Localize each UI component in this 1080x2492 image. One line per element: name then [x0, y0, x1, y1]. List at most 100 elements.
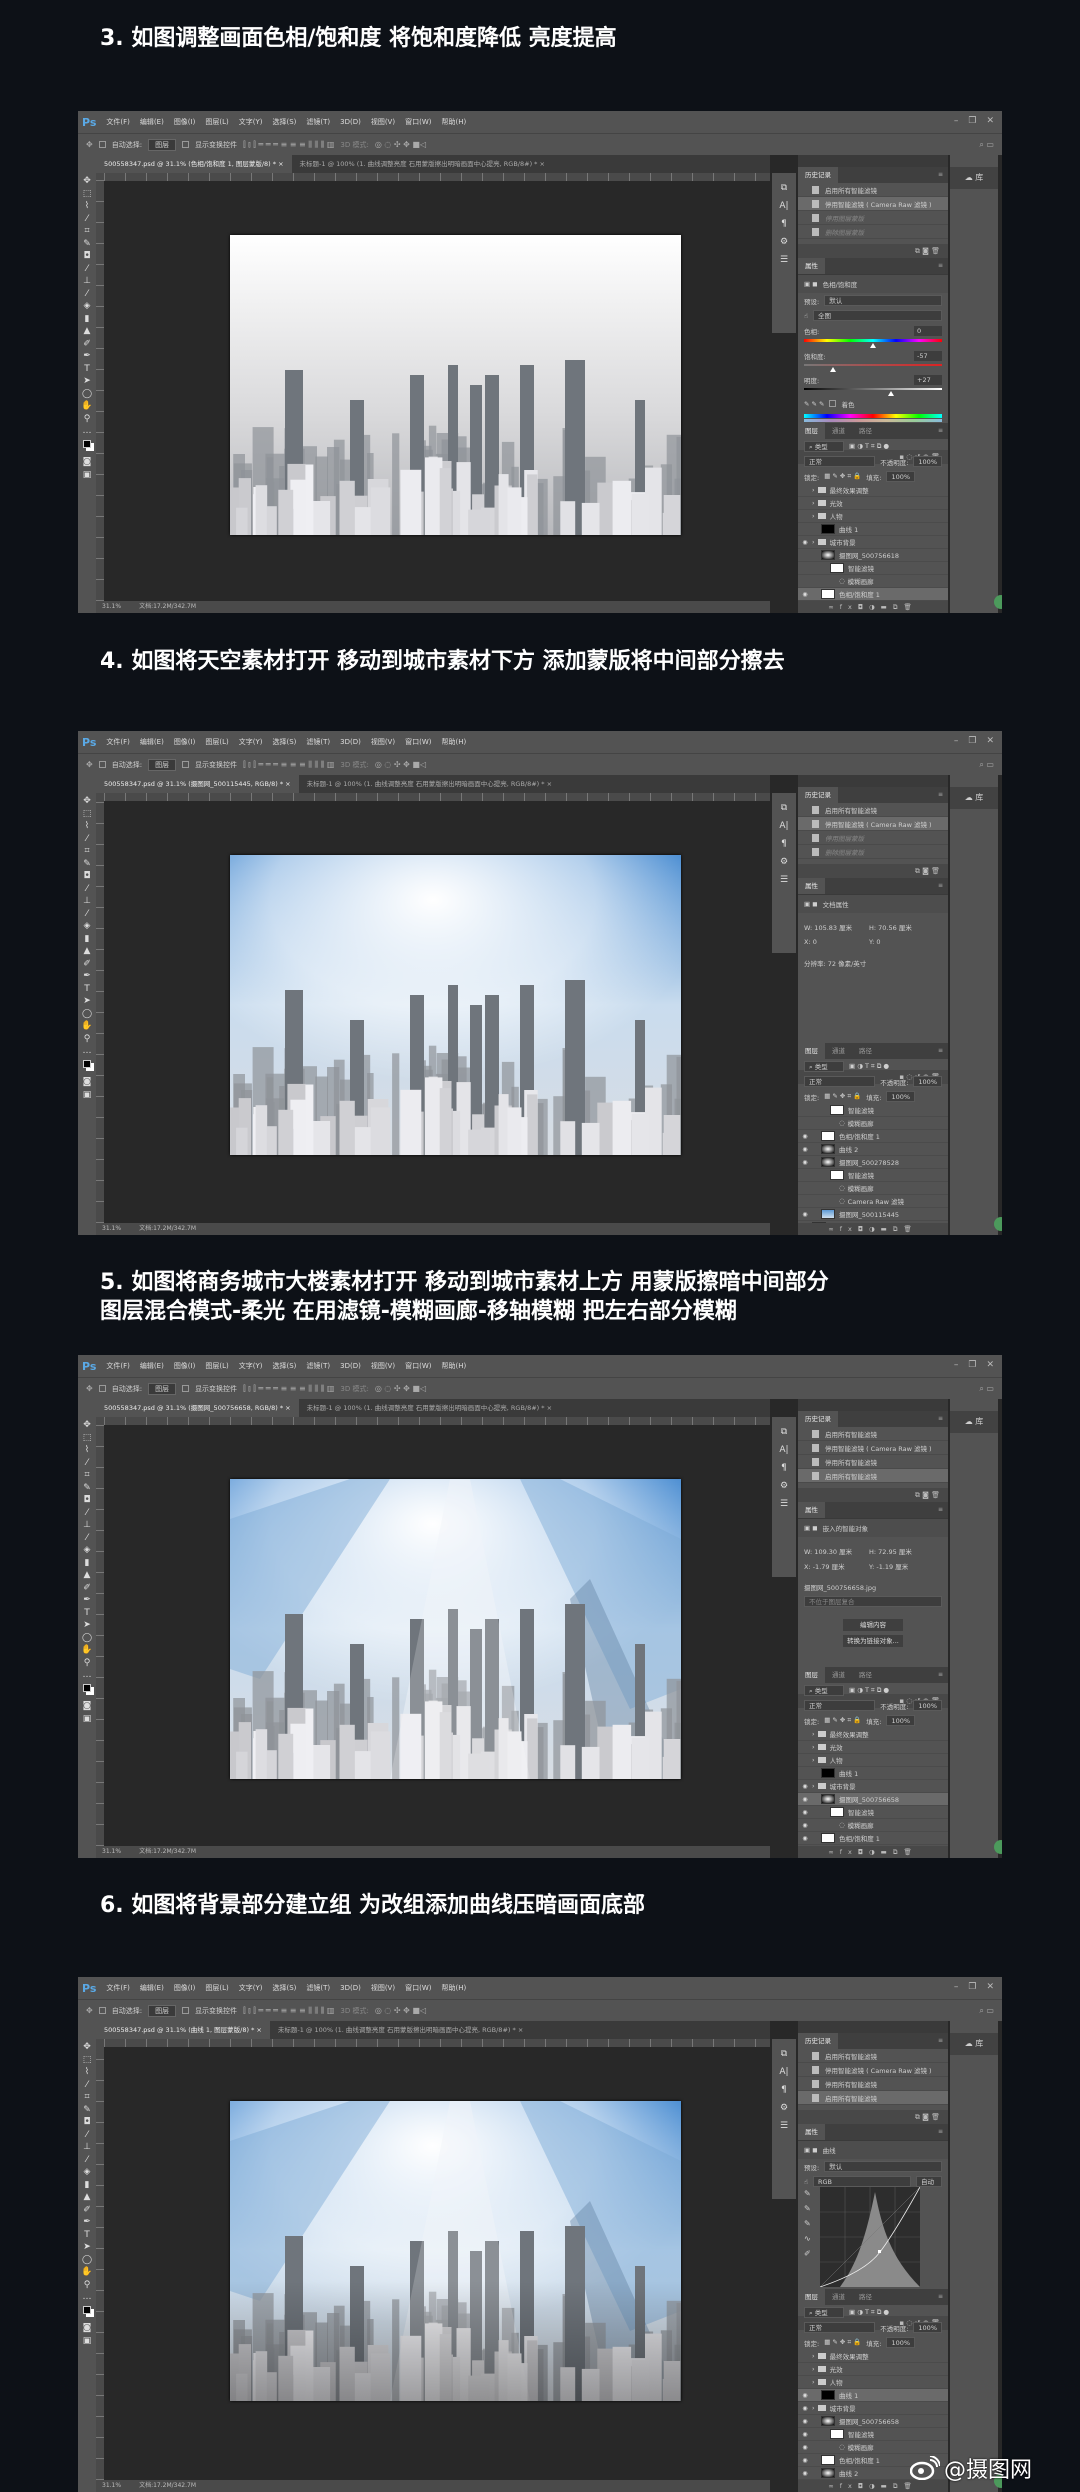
preset-dropdown[interactable]: 默认	[824, 2161, 942, 2172]
marquee-tool-icon[interactable]: ⬚	[83, 189, 92, 198]
menu-item[interactable]: 图像(I)	[174, 1361, 196, 1371]
layer-row[interactable]: ◉ ◌ 模糊画廊	[798, 1819, 948, 1832]
move-tool-icon[interactable]: ✥	[83, 177, 91, 186]
properties-icon[interactable]: ☰	[780, 255, 788, 265]
layer-row[interactable]: ◉ 色相/饱和度 1	[798, 1832, 948, 1845]
height-value[interactable]: H: 72.95 厘米	[869, 1546, 912, 1556]
adjustment-icon[interactable]: ◑	[869, 2482, 881, 2490]
character-icon[interactable]: A|	[779, 821, 788, 831]
eye-icon[interactable]: ◉	[798, 1146, 812, 1153]
layer-row[interactable]: ◉ › 城市背景	[798, 2402, 948, 2415]
opacity-input[interactable]: 100%	[913, 1700, 942, 1711]
auto-select-dropdown[interactable]: 图层	[148, 758, 177, 771]
adjustment-icon[interactable]: ◑	[869, 1848, 881, 1856]
slider-value-input[interactable]: 0	[914, 325, 942, 336]
layer-row[interactable]: › 最终效果调整	[798, 1728, 948, 1741]
menu-item[interactable]: 图层(L)	[205, 1361, 228, 1371]
menu-item[interactable]: 文字(Y)	[239, 1361, 263, 1371]
history-item[interactable]: 停用所有智能滤镜	[798, 1455, 948, 1469]
layer-row[interactable]: 曲线 1	[798, 1767, 948, 1780]
magic-wand-tool-icon[interactable]: ⁄	[86, 834, 88, 843]
link-icon[interactable]: ∞	[828, 603, 839, 611]
eye-icon[interactable]: ◉	[798, 591, 812, 598]
fill-input[interactable]: 100%	[886, 471, 916, 482]
history-panel-icon[interactable]: ⧉	[781, 183, 787, 193]
history-item[interactable]: 启用所有智能滤镜	[798, 803, 948, 817]
3d-icons[interactable]: ◎ ◌ ✣ ✥ ■◁	[375, 760, 426, 769]
menu-item[interactable]: 视图(V)	[371, 1983, 395, 1993]
minimize-icon[interactable]: –	[954, 1982, 959, 1992]
brush-tool-icon[interactable]: ⁄	[86, 884, 88, 893]
adjustments-icon[interactable]: ⚙	[780, 857, 788, 867]
floating-widget[interactable]	[994, 1840, 1002, 1854]
menu-item[interactable]: 文件(F)	[106, 1983, 130, 1993]
dodge-tool-icon[interactable]: ✐	[83, 339, 91, 348]
pen-tool-icon[interactable]: ✒	[83, 2218, 91, 2227]
eye-icon[interactable]: ◉	[798, 2457, 812, 2464]
close-icon[interactable]: ✕	[986, 736, 994, 746]
type-tool-icon[interactable]: T	[84, 364, 90, 373]
color-swatches[interactable]	[83, 1683, 91, 1692]
history-panel-icon[interactable]: ⧉	[781, 1427, 787, 1437]
crop-tool-icon[interactable]: ⌗	[84, 847, 89, 856]
stamp-tool-icon[interactable]: ⊥	[83, 2143, 91, 2152]
lock-icons[interactable]: ▦ ✎ ✥ ⌗ 🔒	[824, 2338, 861, 2347]
menu-item[interactable]: 文字(Y)	[239, 1983, 263, 1993]
lock-icons[interactable]: ▦ ✎ ✥ ⌗ 🔒	[824, 472, 861, 481]
history-item[interactable]: 停用智能滤镜 ( Camera Raw 滤镜 )	[798, 2063, 948, 2077]
menu-item[interactable]: 3D(D)	[340, 738, 361, 746]
hand-tool-icon[interactable]: ✋	[81, 2268, 92, 2277]
brush-tool-icon[interactable]: ⁄	[86, 264, 88, 273]
shape-tool-icon[interactable]: ◯	[82, 2255, 92, 2264]
tab-history[interactable]: 历史记录	[798, 2033, 838, 2049]
layer-row[interactable]: › 光效	[798, 1741, 948, 1754]
screen-mode-icon[interactable]: ▣	[83, 1714, 92, 1723]
layer-row[interactable]: › 最终效果调整	[798, 2350, 948, 2363]
document-tab[interactable]: 未标题-1 @ 100% (1. 曲线调整亮度 石用蒙版擦出明暗画面中心提亮, …	[299, 775, 560, 793]
filter-visibility-icon[interactable]: ◌	[839, 1184, 845, 1192]
auto-select-dropdown[interactable]: 图层	[148, 138, 177, 151]
properties-icon[interactable]: ☰	[780, 1499, 788, 1509]
eye-icon[interactable]: ◉	[798, 2392, 812, 2399]
filter-icons[interactable]: ▣ ◑ T ⌗ ⧉ ●	[849, 2308, 889, 2317]
color-swatches[interactable]	[83, 1059, 91, 1068]
slider-thumb[interactable]	[887, 391, 894, 396]
layer-row[interactable]: ◉ 摄图网_500756658	[798, 2415, 948, 2428]
eyedropper-tool-icon[interactable]: ✎	[83, 859, 91, 868]
slider-track[interactable]	[804, 388, 942, 390]
type-tool-icon[interactable]: T	[84, 2230, 90, 2239]
slider-thumb[interactable]	[870, 343, 876, 348]
more-tool-icon[interactable]: …	[83, 427, 92, 436]
menu-item[interactable]: 帮助(H)	[441, 117, 466, 127]
character-icon[interactable]: A|	[779, 1445, 788, 1455]
magic-wand-tool-icon[interactable]: ⁄	[86, 2080, 88, 2089]
zoom-tool-icon[interactable]: ⚲	[84, 414, 91, 423]
gray-point-eyedropper-icon[interactable]: ✎	[804, 2204, 811, 2213]
dodge-tool-icon[interactable]: ✐	[83, 2205, 91, 2214]
layer-filter-dropdown[interactable]: ⌕ 类型	[804, 1061, 844, 1072]
new-layer-icon[interactable]: ⧉	[893, 603, 904, 611]
lasso-tool-icon[interactable]: ⌇	[85, 822, 89, 831]
menu-item[interactable]: 文件(F)	[106, 1361, 130, 1371]
color-swatches[interactable]	[83, 439, 91, 448]
zoom-level[interactable]: 31.1%	[102, 1223, 121, 1235]
auto-button[interactable]: 自动	[916, 2176, 942, 2187]
layer-row[interactable]: ◉ 智能滤镜	[798, 2428, 948, 2441]
eye-icon[interactable]: ◉	[798, 1809, 812, 1816]
layer-row[interactable]: ◉ 色相/饱和度 1	[798, 588, 948, 601]
more-tool-icon[interactable]: …	[83, 1047, 92, 1056]
search-icon[interactable]: ⌕ ▭	[979, 1384, 994, 1394]
eye-icon[interactable]: ◉	[798, 1159, 812, 1166]
layer-filter-dropdown[interactable]: ⌕ 类型	[804, 1685, 844, 1696]
trash-icon[interactable]: 🗑	[931, 867, 940, 875]
properties-icon[interactable]: ☰	[780, 2121, 788, 2131]
screen-mode-icon[interactable]: ▣	[83, 470, 92, 479]
slider-value-input[interactable]: -57	[914, 350, 942, 361]
menu-item[interactable]: 帮助(H)	[441, 737, 466, 747]
type-tool-icon[interactable]: T	[84, 1608, 90, 1617]
magic-wand-tool-icon[interactable]: ⁄	[86, 214, 88, 223]
menu-item[interactable]: 图像(I)	[174, 737, 196, 747]
slider-thumb[interactable]	[829, 367, 836, 372]
move-tool-icon[interactable]: ✥	[86, 140, 93, 149]
fx-icon[interactable]: fx	[840, 1848, 858, 1856]
